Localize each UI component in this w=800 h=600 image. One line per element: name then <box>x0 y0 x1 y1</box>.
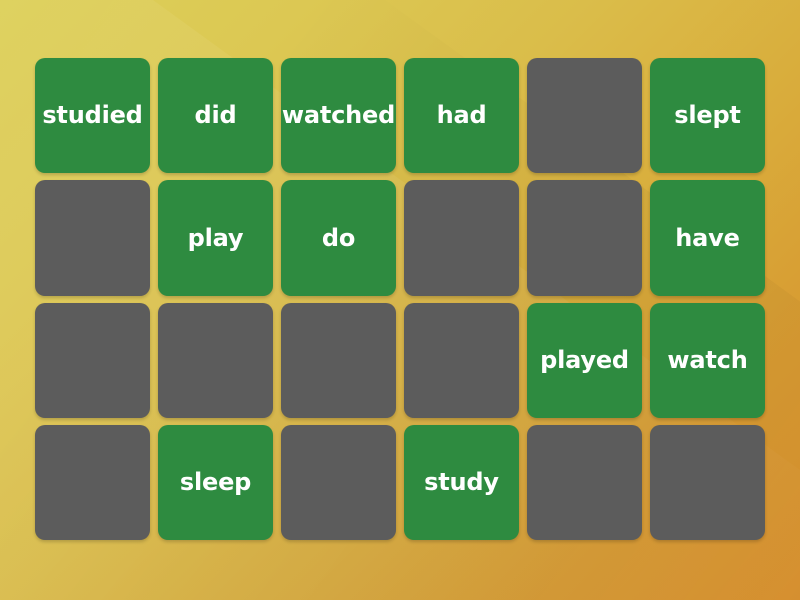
word-tile-label: study <box>424 468 499 497</box>
word-tile-label: slept <box>674 101 741 130</box>
word-tile-label: sleep <box>179 468 252 497</box>
blank-tile[interactable] <box>527 180 642 296</box>
word-tile[interactable]: had <box>404 58 519 174</box>
word-tile-label: had <box>436 101 487 130</box>
blank-tile[interactable] <box>35 302 150 418</box>
word-tile-label: watch <box>667 345 748 374</box>
blank-tile[interactable] <box>650 424 765 540</box>
word-tile[interactable]: do <box>281 180 396 296</box>
blank-tile[interactable] <box>281 302 396 418</box>
blank-tile[interactable] <box>35 180 150 296</box>
word-tile-label: played <box>540 345 629 374</box>
word-tile-label: watched <box>281 101 396 130</box>
word-tile-label: have <box>675 223 740 252</box>
word-tile[interactable]: study <box>404 424 519 540</box>
blank-tile[interactable] <box>281 424 396 540</box>
blank-tile[interactable] <box>527 58 642 174</box>
word-tile[interactable]: watch <box>650 302 765 418</box>
word-tile-label: did <box>194 101 237 130</box>
word-tile-label: studied <box>42 101 143 130</box>
word-tile[interactable]: studied <box>35 58 150 174</box>
word-tile-label: do <box>321 223 356 252</box>
blank-tile[interactable] <box>404 180 519 296</box>
word-tile[interactable]: did <box>158 58 273 174</box>
blank-tile[interactable] <box>158 302 273 418</box>
word-tile[interactable]: play <box>158 180 273 296</box>
word-tile[interactable]: slept <box>650 58 765 174</box>
word-tile-grid: studied did watched had slept play do have playe… <box>35 58 765 540</box>
word-tile[interactable]: played <box>527 302 642 418</box>
word-tile[interactable]: sleep <box>158 424 273 540</box>
blank-tile[interactable] <box>527 424 642 540</box>
word-tile[interactable]: watched <box>281 58 396 174</box>
blank-tile[interactable] <box>404 302 519 418</box>
blank-tile[interactable] <box>35 424 150 540</box>
word-tile[interactable]: have <box>650 180 765 296</box>
matching-pairs-game-board: studied did watched had slept play do have playe… <box>0 0 800 600</box>
word-tile-label: play <box>187 223 244 252</box>
